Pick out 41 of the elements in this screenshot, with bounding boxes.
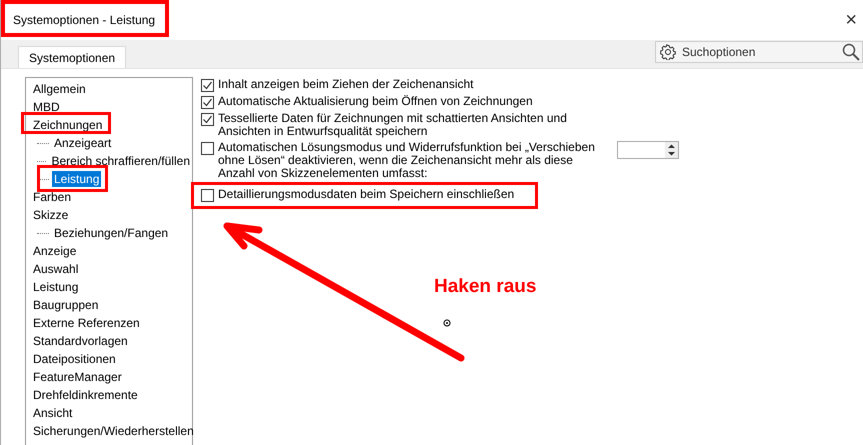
annotation-text: Haken raus — [434, 276, 536, 298]
highlight-frame — [37, 165, 108, 192]
option-label: Detaillierungsmodusdaten beim Speichern einschließen — [218, 188, 516, 201]
search-box[interactable]: Suchoptionen — [655, 41, 863, 63]
checkbox[interactable] — [201, 96, 214, 109]
option-label: Tessellierte Daten für Zeichnungen mit schattierten Ansichten und Ansichten in Entwurfsqualität speichern — [218, 112, 568, 138]
cursor-icon — [444, 320, 450, 326]
tree-item[interactable]: Farben — [31, 189, 74, 205]
tree-item[interactable]: Dateipositionen — [31, 351, 118, 367]
option-label: Automatische Aktualisierung beim Öffnen von Zeichnungen — [218, 95, 534, 108]
window-title: Systemoptionen - Leistung — [13, 13, 156, 27]
tree-item[interactable]: Leistung — [52, 171, 102, 187]
close-button[interactable]: × — [839, 8, 863, 32]
tree-item[interactable]: Baugruppen — [31, 297, 100, 313]
tree-item[interactable]: Bereich schraffieren/füllen — [49, 153, 192, 169]
tree-item[interactable]: Allgemein — [31, 81, 88, 97]
spin-field[interactable] — [617, 141, 679, 159]
search-field[interactable]: Suchoptionen — [680, 44, 838, 60]
tree-item[interactable]: Sicherungen/Wiederherstellen — [31, 423, 196, 439]
checkbox[interactable] — [201, 79, 214, 92]
search-icon[interactable] — [842, 43, 860, 61]
tree-item[interactable]: Zeichnungen — [31, 117, 104, 133]
checkbox[interactable] — [201, 113, 214, 126]
tree-item[interactable]: Ansicht — [31, 405, 74, 421]
checkbox[interactable] — [201, 189, 214, 202]
settings-icon[interactable] — [660, 44, 676, 60]
tree-item[interactable]: Externe Referenzen — [31, 315, 142, 331]
tree-item[interactable]: Skizze — [31, 207, 70, 223]
tree-item[interactable]: Standardvorlagen — [31, 333, 130, 349]
tree-item[interactable]: Auswahl — [31, 261, 80, 277]
tree-item[interactable]: Drehfeldinkremente — [31, 387, 140, 403]
tab[interactable]: Systemoptionen — [18, 46, 126, 68]
tree-item[interactable]: Leistung — [31, 279, 80, 295]
option-label: Inhalt anzeigen beim Ziehen der Zeichenansicht — [218, 78, 474, 91]
tree-item[interactable]: MBD — [31, 99, 62, 115]
checkbox[interactable] — [201, 142, 214, 155]
tree-item[interactable]: Anzeige — [31, 243, 78, 259]
tree-item[interactable]: Beziehungen/Fangen — [52, 225, 170, 241]
option-label: Automatischen Lösungsmodus und Widerrufsfunktion bei „Verschieben ohne Lösen“ deaktivieren, wenn die Zeichenansicht mehr als diese Anzahl von Skizzenelementen umfasst: — [218, 141, 596, 180]
tree-item[interactable]: Anzeigeart — [52, 135, 114, 151]
tree-item[interactable]: FeatureManager — [31, 369, 124, 385]
